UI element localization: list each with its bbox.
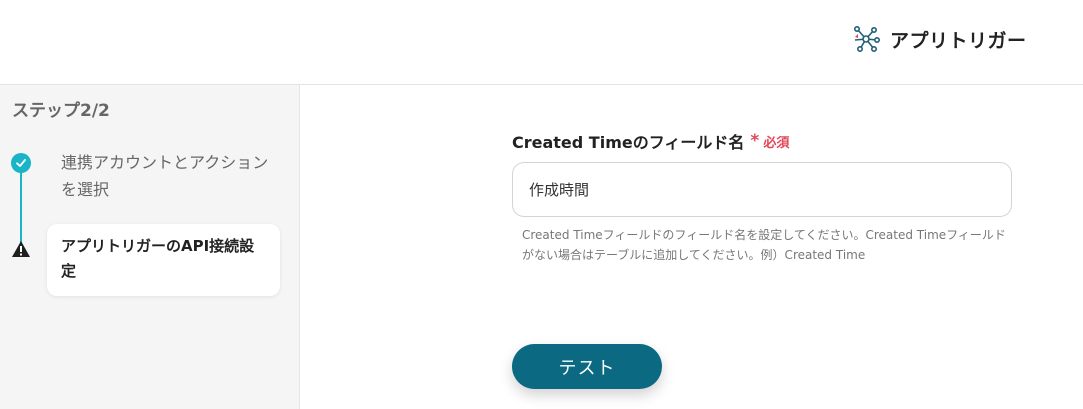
app-trigger-title-group: アプリトリガー [852, 24, 1027, 54]
field-label: Created Timeのフィールド名 [512, 133, 745, 152]
top-header: アプリトリガー [0, 0, 1083, 85]
app-trigger-title: アプリトリガー [890, 29, 1027, 52]
check-circle-icon [11, 153, 31, 173]
step-counter: ステップ2/2 [12, 101, 110, 121]
created-time-field-input[interactable] [512, 162, 1012, 217]
field-help-text: Created Timeフィールドのフィールド名を設定してください。Create… [522, 228, 1006, 262]
warning-icon [12, 241, 30, 257]
step-item-api-settings[interactable]: アプリトリガーのAPI接続設定 [47, 224, 280, 296]
test-button[interactable]: テスト [512, 344, 662, 389]
field-label-group: Created Timeのフィールド名 * 必須 [512, 129, 789, 153]
required-badge: 必須 [763, 135, 790, 151]
step-item-select-account[interactable]: 連携アカウントとアクションを選択 [61, 149, 271, 203]
app-trigger-network-icon [853, 25, 880, 52]
required-asterisk: * [750, 131, 760, 151]
step-progress-line [20, 165, 22, 243]
step-sidebar: ステップ2/2 連携アカウントとアクションを選択 アプリトリガーのAPI接続設定 [0, 85, 300, 409]
